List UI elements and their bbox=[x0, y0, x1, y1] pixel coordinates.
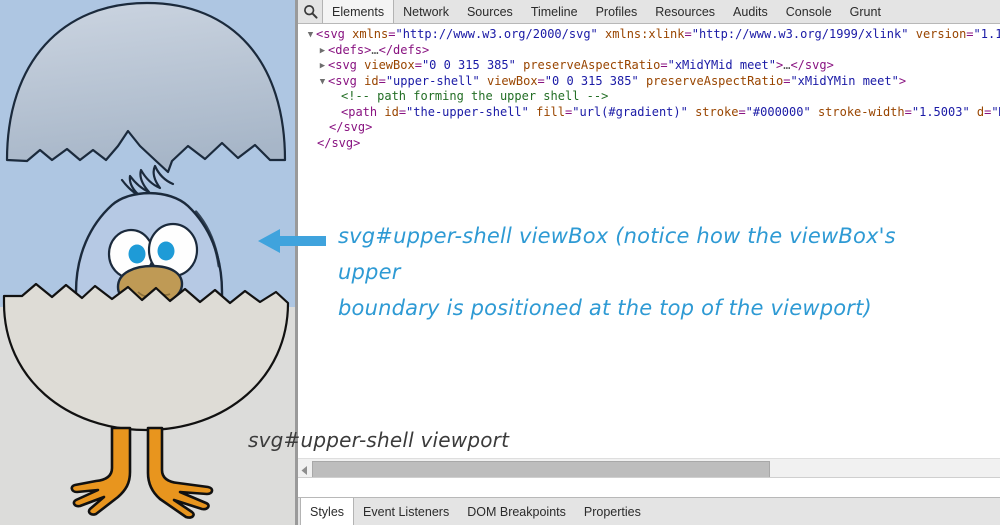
scroll-left-arrow-icon[interactable] bbox=[300, 463, 310, 475]
attr-value: "0 0 315 385" bbox=[544, 73, 639, 88]
tab-label: Timeline bbox=[530, 4, 578, 19]
tag-open: <path bbox=[341, 104, 385, 119]
devtools-tab-list: Elements Network Sources Timeline Profil… bbox=[322, 0, 1000, 23]
attr-value: "#000000" bbox=[745, 104, 811, 119]
panel-divider[interactable] bbox=[295, 0, 298, 525]
dom-node-svg-root[interactable]: ▼ <svg xmlns="http://www.w3.org/2000/svg"… bbox=[298, 27, 1000, 43]
tab-label: Event Listeners bbox=[363, 505, 450, 519]
attr-name: xmlns:xlink bbox=[605, 27, 685, 41]
attr-value: "0 0 315 385" bbox=[421, 58, 516, 72]
tag-open: <svg bbox=[316, 27, 353, 41]
attr-name: id bbox=[364, 73, 379, 88]
tab-event-listeners[interactable]: Event Listeners bbox=[354, 498, 458, 525]
tab-label: Resources bbox=[655, 4, 716, 19]
attr-value: "http://www.w3.org/2000/svg" bbox=[395, 27, 598, 41]
comment-text: <!-- path forming the upper shell --> bbox=[341, 89, 609, 103]
tab-label: Console bbox=[785, 4, 832, 19]
tab-label: Sources bbox=[466, 4, 513, 19]
tab-label: Network bbox=[403, 4, 449, 19]
tag-close: </svg> bbox=[317, 135, 361, 150]
collapsed-ellipsis: … bbox=[371, 42, 379, 57]
chick-illustration bbox=[2, 1, 290, 519]
devtools-panel: Elements Network Sources Timeline Profil… bbox=[298, 0, 1000, 525]
tab-network[interactable]: Network bbox=[394, 0, 458, 23]
tab-sources[interactable]: Sources bbox=[458, 0, 522, 23]
dom-node-close-inner-svg[interactable]: </svg> bbox=[298, 120, 1000, 136]
sidebar-tab-list: Styles Event Listeners DOM Breakpoints P… bbox=[298, 497, 1000, 525]
rendered-page-area bbox=[0, 0, 295, 525]
tab-elements[interactable]: Elements bbox=[322, 0, 395, 23]
dom-node-svg-midymid[interactable]: ▶ <svg viewBox="0 0 315 385" preserveAspe… bbox=[298, 58, 1000, 74]
tag-close: </defs> bbox=[378, 42, 430, 57]
dom-node-comment[interactable]: <!-- path forming the upper shell --> bbox=[298, 89, 1000, 105]
attr-value: "xMidYMid meet" bbox=[667, 58, 776, 72]
tab-label: Grunt bbox=[849, 4, 881, 19]
attr-name: stroke bbox=[695, 104, 739, 119]
attr-value: "xMidYMin meet" bbox=[790, 73, 899, 88]
disclosure-triangle-collapsed-icon[interactable]: ▶ bbox=[317, 44, 328, 60]
disclosure-triangle-collapsed-icon[interactable]: ▶ bbox=[317, 59, 328, 75]
tag-close: </svg> bbox=[790, 58, 834, 72]
tab-timeline[interactable]: Timeline bbox=[522, 0, 587, 23]
attr-name: viewBox bbox=[486, 73, 538, 88]
tab-styles[interactable]: Styles bbox=[300, 498, 355, 525]
dom-node-path-the-upper-shell[interactable]: <path id="the-upper-shell" fill="url(#gr… bbox=[298, 105, 1000, 121]
tab-properties[interactable]: Properties bbox=[575, 498, 650, 525]
tag-close: > bbox=[898, 73, 907, 88]
scrollbar-thumb[interactable] bbox=[312, 461, 770, 478]
horizontal-scrollbar[interactable] bbox=[298, 458, 1000, 478]
attr-value: "upper-shell" bbox=[385, 73, 480, 88]
attr-name: id bbox=[384, 104, 399, 119]
devtools-toolbar: Elements Network Sources Timeline Profil… bbox=[298, 0, 1000, 24]
dom-node-defs[interactable]: ▶ <defs>…</defs> bbox=[298, 43, 1000, 59]
tab-resources[interactable]: Resources bbox=[646, 0, 724, 23]
attr-name: xmlns bbox=[352, 27, 389, 41]
attr-value: "the-upper-shell" bbox=[406, 104, 529, 119]
attr-name: preserveAspectRatio bbox=[645, 73, 784, 88]
attr-value: "1.5003" bbox=[911, 104, 970, 119]
attr-name: stroke-width bbox=[817, 104, 905, 119]
tab-label: Elements bbox=[332, 4, 385, 19]
screenshot-root: Elements Network Sources Timeline Profil… bbox=[0, 0, 1000, 525]
tab-label: DOM Breakpoints bbox=[467, 505, 566, 519]
dom-node-svg-upper-shell[interactable]: ▼ <svg id="upper-shell" viewBox="0 0 315 … bbox=[298, 74, 1000, 90]
tag-open: <svg bbox=[328, 73, 365, 88]
sidebar-pane-area bbox=[298, 477, 1000, 498]
tab-audits[interactable]: Audits bbox=[724, 0, 777, 23]
attr-value: "http://www.w3.org/1999/xlink" bbox=[691, 27, 909, 41]
chick-feet bbox=[70, 426, 214, 519]
tab-profiles[interactable]: Profiles bbox=[587, 0, 647, 23]
attr-value: "1.1" bbox=[973, 27, 1000, 41]
disclosure-triangle-expanded-icon[interactable]: ▼ bbox=[305, 28, 316, 44]
upper-shell-path bbox=[5, 1, 287, 174]
dom-tree[interactable]: ▼ <svg xmlns="http://www.w3.org/2000/svg"… bbox=[298, 24, 1000, 459]
attr-name: version bbox=[915, 27, 967, 41]
tag-close: </svg> bbox=[329, 120, 373, 134]
search-icon[interactable] bbox=[298, 0, 322, 23]
tab-dom-breakpoints[interactable]: DOM Breakpoints bbox=[458, 498, 575, 525]
tab-grunt[interactable]: Grunt bbox=[841, 0, 890, 23]
disclosure-triangle-expanded-icon[interactable]: ▼ bbox=[317, 75, 328, 91]
attr-name: fill bbox=[536, 104, 566, 119]
attr-name: viewBox bbox=[364, 58, 415, 72]
tag-open: <svg bbox=[328, 58, 365, 72]
attr-value: "url(#gradient)" bbox=[572, 104, 688, 119]
tab-label: Properties bbox=[583, 505, 641, 519]
tab-label: Profiles bbox=[595, 4, 638, 19]
tab-console[interactable]: Console bbox=[777, 0, 841, 23]
tag-open: <defs> bbox=[328, 42, 372, 57]
tab-label: Audits bbox=[733, 4, 768, 19]
tab-label: Styles bbox=[310, 505, 345, 519]
attr-value: "M308 bbox=[991, 104, 1000, 119]
attr-name: preserveAspectRatio bbox=[523, 58, 661, 72]
dom-node-close-outer-svg[interactable]: </svg> bbox=[298, 136, 1000, 152]
lower-shell-path bbox=[2, 282, 290, 432]
